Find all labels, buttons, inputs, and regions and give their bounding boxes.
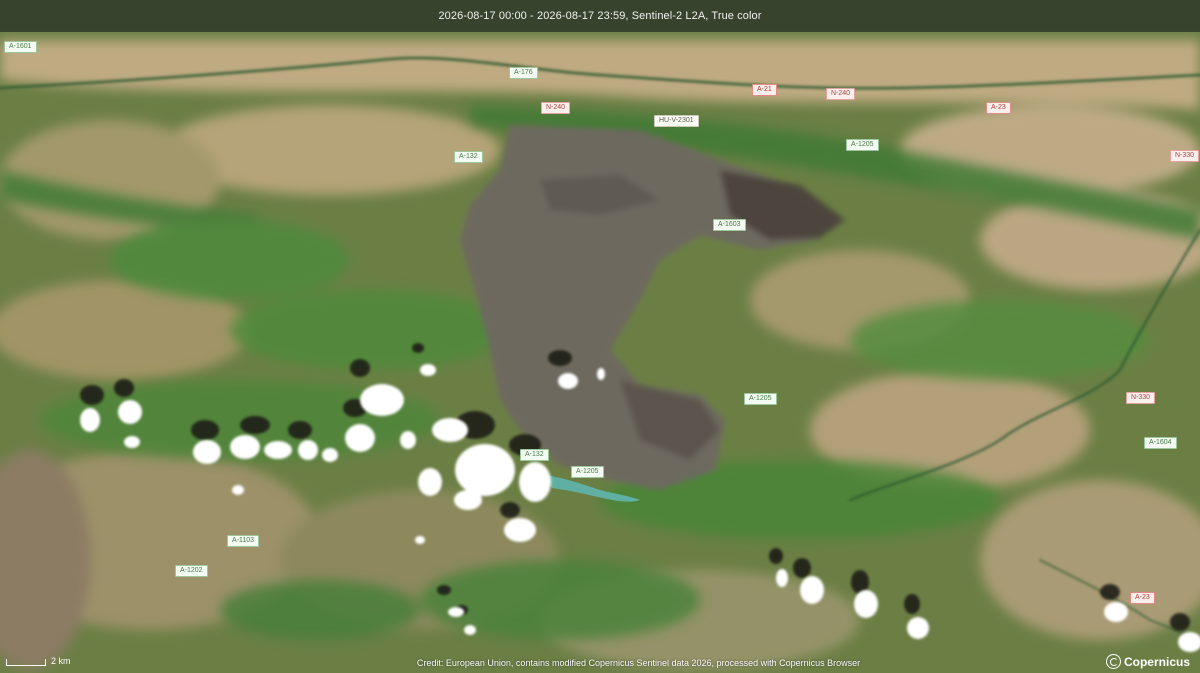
road-label-a1205-south[interactable]: A-1205: [571, 466, 604, 478]
copernicus-logo-icon: [1105, 654, 1121, 669]
imagery-info-bar: 2026-08-17 00:00 - 2026-08-17 23:59, Sen…: [0, 0, 1200, 32]
road-label-a132-south[interactable]: A-132: [520, 449, 549, 461]
road-label-a176[interactable]: A-176: [509, 67, 538, 79]
road-label-a132-north[interactable]: A-132: [454, 151, 483, 163]
road-label-n330-south[interactable]: N-330: [1126, 392, 1156, 404]
road-label-a23-north[interactable]: A-23: [986, 102, 1011, 114]
road-label-a1205-mid[interactable]: A-1205: [744, 393, 777, 405]
road-label-n240-east[interactable]: N-240: [826, 88, 856, 100]
road-label-n240-west[interactable]: N-240: [541, 102, 571, 114]
road-label-a1604[interactable]: A-1604: [1144, 437, 1177, 449]
road-label-huv2301[interactable]: HU-V-2301: [654, 115, 699, 127]
copernicus-logo-text: Copernicus: [1123, 654, 1190, 669]
road-label-a1202[interactable]: A-1202: [175, 565, 208, 577]
road-label-a1205-north[interactable]: A-1205: [846, 139, 879, 151]
road-label-a23-south[interactable]: A-23: [1130, 592, 1155, 604]
imagery-date-title: 2026-08-17 00:00 - 2026-08-17 23:59, Sen…: [438, 10, 762, 22]
road-label-a1601[interactable]: A-1601: [4, 41, 37, 53]
attribution-credit: Credit: European Union, contains modifie…: [416, 658, 861, 668]
road-label-a21[interactable]: A-21: [752, 84, 777, 96]
copernicus-logo: Copernicus: [1105, 654, 1190, 669]
road-label-n330-north[interactable]: N-330: [1170, 150, 1200, 162]
road-label-a1603[interactable]: A-1603: [713, 219, 746, 231]
map-viewport[interactable]: 2026-08-17 00:00 - 2026-08-17 23:59, Sen…: [0, 0, 1200, 673]
road-label-a1103[interactable]: A-1103: [227, 535, 260, 547]
